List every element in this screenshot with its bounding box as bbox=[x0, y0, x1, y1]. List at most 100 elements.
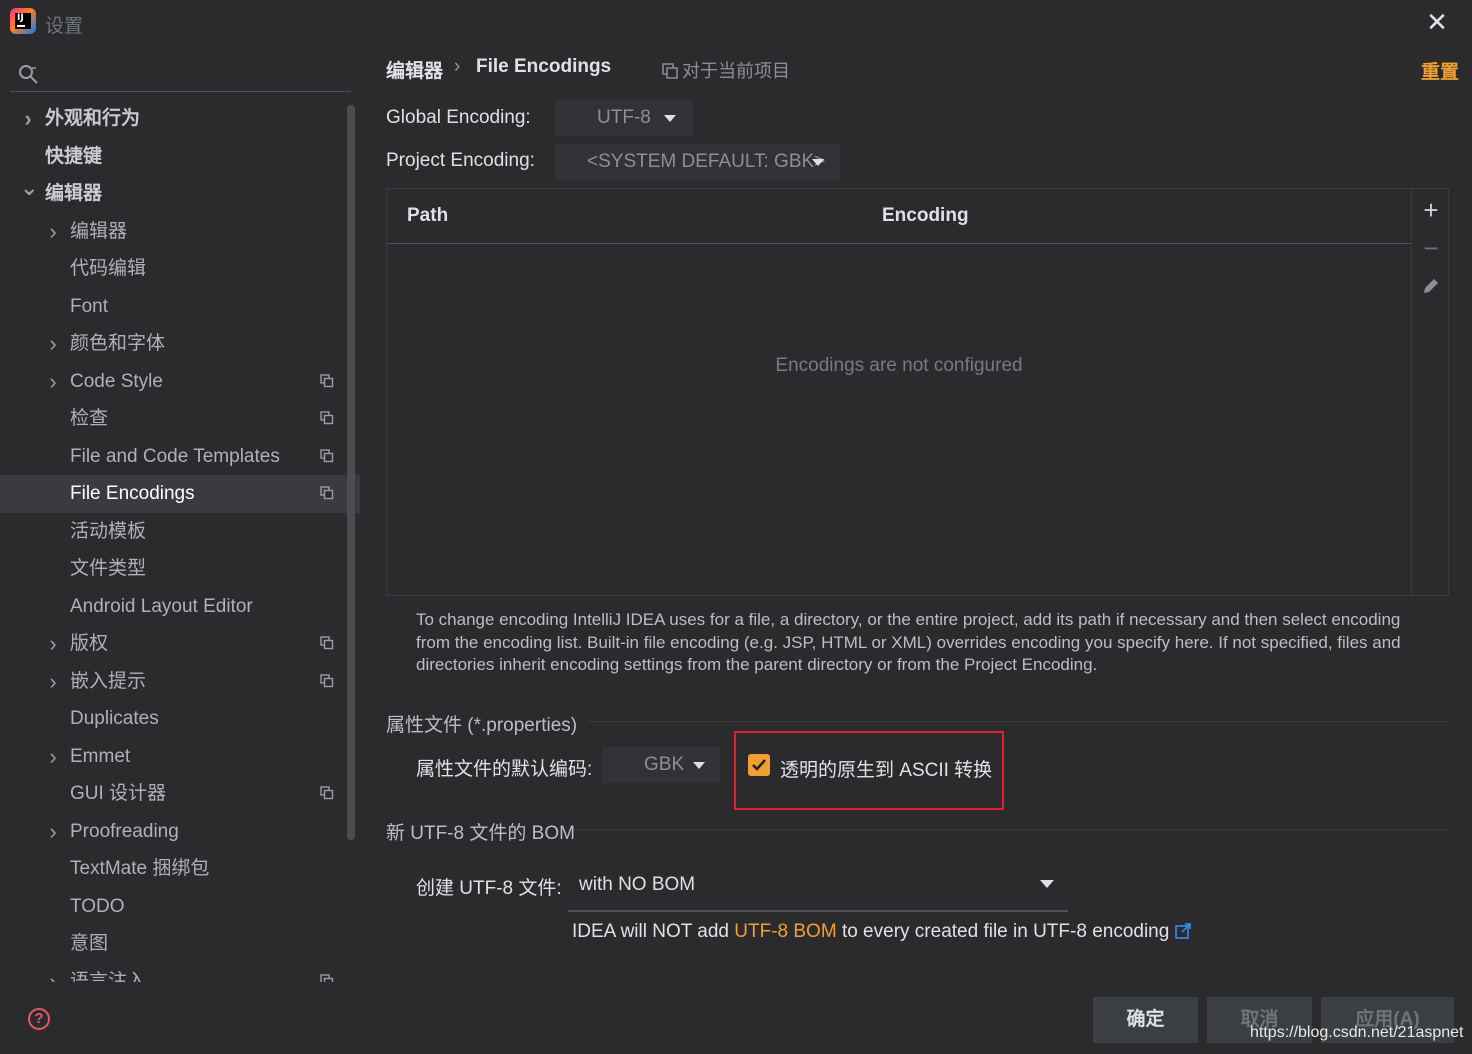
sidebar-item-label: Emmet bbox=[70, 745, 131, 767]
sidebar-item[interactable]: 快捷键 bbox=[0, 138, 360, 176]
sidebar-item-label: TODO bbox=[70, 895, 125, 917]
column-header-encoding[interactable]: Encoding bbox=[882, 205, 969, 227]
bom-note-link[interactable]: UTF-8 BOM bbox=[734, 921, 836, 942]
project-scope-icon bbox=[320, 373, 334, 387]
sidebar-item[interactable]: › Emmet bbox=[0, 738, 360, 776]
chevron-right-icon[interactable]: › bbox=[45, 663, 61, 701]
bom-note-suffix: to every created file in UTF-8 encoding bbox=[841, 921, 1170, 942]
sidebar-item[interactable]: Duplicates bbox=[0, 700, 360, 738]
sidebar-item[interactable]: › 外观和行为 bbox=[0, 100, 360, 138]
chevron-down-icon bbox=[664, 115, 676, 122]
chevron-down-icon[interactable]: ⌄ bbox=[20, 169, 38, 207]
project-scope-icon bbox=[320, 673, 334, 687]
sidebar-item-label: 意图 bbox=[70, 933, 109, 954]
sidebar-item-label: Android Layout Editor bbox=[70, 595, 253, 617]
sidebar-item[interactable]: › 编辑器 bbox=[0, 213, 360, 251]
bom-dropdown[interactable]: with NO BOM bbox=[568, 866, 1068, 912]
ok-button[interactable]: 确定 bbox=[1093, 997, 1198, 1043]
external-link-icon[interactable] bbox=[1175, 923, 1192, 939]
project-scope-icon bbox=[320, 448, 334, 462]
settings-search[interactable] bbox=[10, 56, 351, 92]
reset-link[interactable]: 重置 bbox=[1421, 57, 1459, 84]
sidebar-item[interactable]: TextMate 捆绑包 bbox=[0, 850, 360, 888]
project-encoding-dropdown[interactable]: <SYSTEM DEFAULT: GBK> bbox=[555, 144, 840, 180]
native-to-ascii-label[interactable]: 透明的原生到 ASCII 转换 bbox=[780, 755, 992, 782]
sidebar-item[interactable]: ⌄ 编辑器 bbox=[0, 175, 360, 213]
project-scope-icon bbox=[662, 63, 678, 79]
breadcrumb-separator: › bbox=[454, 56, 461, 77]
global-encoding-label: Global Encoding: bbox=[386, 107, 531, 128]
sidebar-item[interactable]: › Code Style bbox=[0, 363, 360, 401]
sidebar-item[interactable]: › Proofreading bbox=[0, 813, 360, 851]
sidebar-item-label: Proofreading bbox=[70, 820, 179, 842]
sidebar-item[interactable]: GUI 设计器 bbox=[0, 775, 360, 813]
sidebar-item-label: 语言注入 bbox=[70, 970, 147, 983]
chevron-right-icon[interactable]: › bbox=[45, 363, 61, 401]
sidebar-scrollbar[interactable] bbox=[347, 105, 355, 840]
chevron-down-icon bbox=[693, 762, 705, 769]
close-icon[interactable]: ✕ bbox=[1424, 9, 1450, 35]
chevron-right-icon[interactable]: › bbox=[45, 625, 61, 663]
add-icon[interactable]: + bbox=[1420, 197, 1442, 223]
properties-encoding-dropdown[interactable]: GBK bbox=[602, 747, 720, 783]
project-encoding-label: Project Encoding: bbox=[386, 150, 535, 171]
sidebar-item[interactable]: Android Layout Editor bbox=[0, 588, 360, 626]
sidebar-item-label: 编辑器 bbox=[70, 220, 128, 242]
native-to-ascii-checkbox[interactable] bbox=[748, 754, 770, 776]
sidebar-item[interactable]: › 语言注入 bbox=[0, 963, 360, 983]
sidebar-item-label: Font bbox=[70, 295, 109, 317]
chevron-right-icon[interactable]: › bbox=[20, 100, 36, 138]
chevron-right-icon[interactable]: › bbox=[45, 325, 61, 363]
table-empty-text: Encodings are not configured bbox=[775, 355, 1023, 376]
help-icon[interactable]: ? bbox=[28, 1008, 50, 1030]
sidebar-item[interactable]: 代码编辑 bbox=[0, 250, 360, 288]
sidebar-item[interactable]: File and Code Templates bbox=[0, 438, 360, 476]
scope-label: 对于当前项目 bbox=[682, 61, 790, 81]
chevron-right-icon[interactable]: › bbox=[45, 813, 61, 851]
breadcrumb-parent[interactable]: 编辑器 bbox=[386, 61, 443, 82]
table-header: Path Encoding bbox=[387, 189, 1411, 244]
bom-dropdown-value: with NO BOM bbox=[579, 874, 696, 895]
search-input[interactable] bbox=[48, 60, 338, 88]
edit-icon[interactable] bbox=[1420, 276, 1442, 298]
sidebar-item-label: 版权 bbox=[70, 633, 109, 654]
sidebar-item[interactable]: Font bbox=[0, 288, 360, 326]
sidebar-item[interactable]: File Encodings bbox=[0, 475, 360, 513]
breadcrumb: 编辑器 › File Encodings bbox=[386, 56, 611, 82]
sidebar-item[interactable]: 意图 bbox=[0, 925, 360, 963]
properties-group-title: 属性文件 (*.properties) bbox=[386, 715, 578, 736]
chevron-right-icon[interactable]: › bbox=[45, 963, 61, 983]
remove-icon[interactable]: − bbox=[1420, 235, 1442, 261]
properties-encoding-label: 属性文件的默认编码: bbox=[416, 759, 593, 780]
sidebar-item[interactable]: 活动模板 bbox=[0, 513, 360, 551]
sidebar-item[interactable]: 文件类型 bbox=[0, 550, 360, 588]
sidebar-item-label: 颜色和字体 bbox=[70, 333, 166, 354]
sidebar-item-label: File Encodings bbox=[70, 483, 195, 504]
sidebar-item[interactable]: › 嵌入提示 bbox=[0, 663, 360, 701]
sidebar-item-label: 嵌入提示 bbox=[70, 670, 147, 692]
column-header-path[interactable]: Path bbox=[407, 205, 448, 227]
search-icon bbox=[19, 65, 38, 84]
help-text: To change encoding IntelliJ IDEA uses fo… bbox=[416, 610, 1401, 674]
sidebar-item-label: 快捷键 bbox=[45, 145, 103, 167]
checkmark-icon bbox=[752, 759, 766, 771]
chevron-right-icon[interactable]: › bbox=[45, 213, 61, 251]
sidebar-item-label: 活动模板 bbox=[70, 520, 147, 542]
sidebar-item[interactable]: TODO bbox=[0, 888, 360, 926]
encodings-table: Path Encoding Encodings are not configur… bbox=[386, 188, 1449, 596]
sidebar-item[interactable]: › 版权 bbox=[0, 625, 360, 663]
sidebar-item[interactable]: 检查 bbox=[0, 400, 360, 438]
global-encoding-dropdown[interactable]: UTF-8 bbox=[555, 100, 693, 136]
bom-note: IDEA will NOT add UTF-8 BOM to every cre… bbox=[572, 921, 1192, 943]
watermark-text: https://blog.csdn.net/21aspnet bbox=[1250, 1024, 1464, 1041]
chevron-down-icon bbox=[1040, 880, 1054, 888]
create-utf8-label: 创建 UTF-8 文件: bbox=[416, 878, 562, 899]
sidebar-item-label: 代码编辑 bbox=[70, 258, 147, 279]
sidebar-item[interactable]: › 颜色和字体 bbox=[0, 325, 360, 363]
sidebar-item-label: 编辑器 bbox=[45, 183, 103, 204]
sidebar-item-label: File and Code Templates bbox=[70, 445, 280, 467]
group-separator bbox=[578, 829, 1449, 830]
chevron-right-icon[interactable]: › bbox=[45, 738, 61, 776]
sidebar-item-label: 检查 bbox=[70, 408, 109, 429]
sidebar-item-label: Duplicates bbox=[70, 708, 159, 729]
